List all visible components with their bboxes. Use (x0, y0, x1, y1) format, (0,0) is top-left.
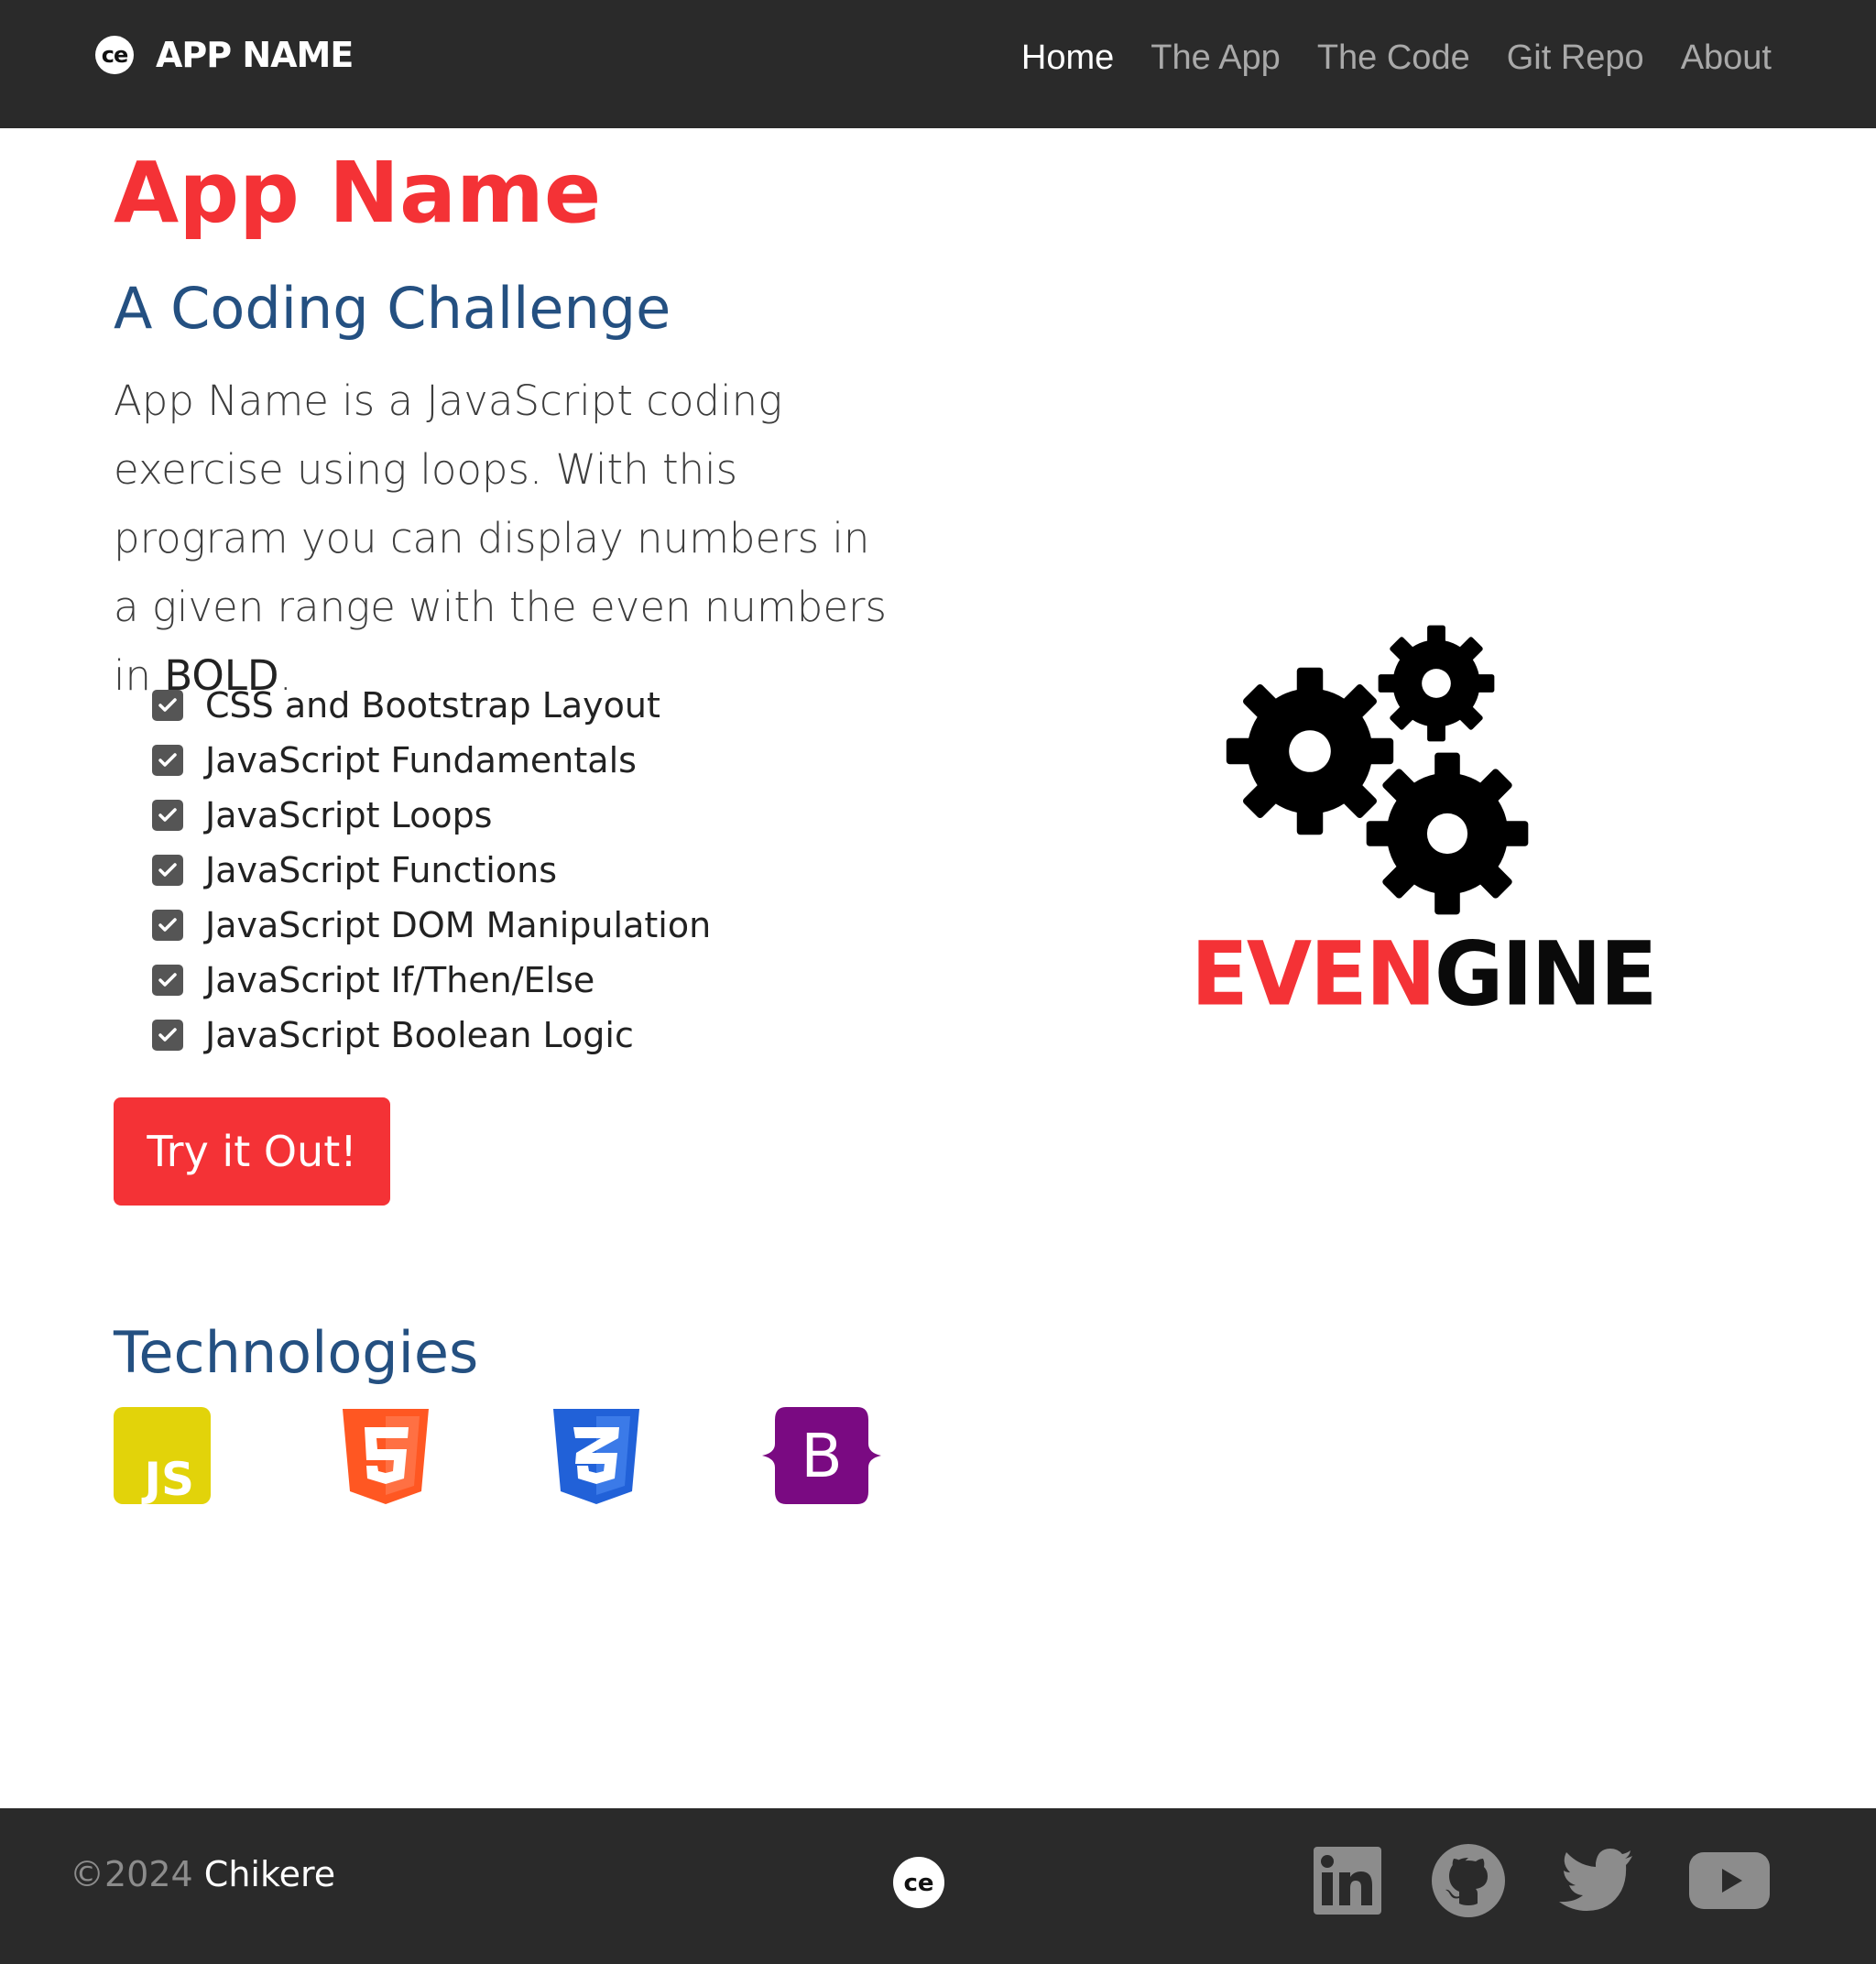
nav-the-app[interactable]: The App (1151, 38, 1281, 78)
copyright: ©2024 Chikere (70, 1854, 335, 1894)
main-nav: Home The App The Code Git Repo About (985, 38, 1772, 78)
linkedin-icon[interactable] (1314, 1847, 1381, 1915)
js-label: JS (141, 1453, 194, 1504)
bootstrap-label: B (801, 1421, 842, 1491)
feature-item: JavaScript Loops (152, 788, 711, 843)
youtube-icon[interactable] (1689, 1852, 1770, 1909)
checkbox-checked-icon (152, 965, 183, 996)
feature-list: CSS and Bootstrap Layout JavaScript Fund… (152, 678, 711, 1063)
feature-item: JavaScript If/Then/Else (152, 953, 711, 1008)
feature-item: JavaScript DOM Manipulation (152, 898, 711, 953)
checkbox-checked-icon (152, 1020, 183, 1051)
feature-label: JavaScript Fundamentals (205, 740, 637, 780)
brand-logo-icon: ce (95, 36, 134, 74)
brand-logo-text: ce (101, 42, 128, 68)
brand-name: APP NAME (156, 35, 354, 75)
feature-label: JavaScript If/Then/Else (205, 960, 595, 1000)
wordmark-red: EVEN (1191, 922, 1436, 1026)
checkbox-checked-icon (152, 800, 183, 831)
javascript-icon: JS (114, 1407, 211, 1504)
css3-icon (553, 1409, 639, 1504)
feature-item: JavaScript Fundamentals (152, 733, 711, 788)
top-navbar: ce APP NAME Home The App The Code Git Re… (0, 0, 1876, 128)
page-subtitle: A Coding Challenge (114, 275, 671, 342)
nav-home[interactable]: Home (1021, 38, 1114, 78)
checkbox-checked-icon (152, 690, 183, 721)
feature-item: JavaScript Boolean Logic (152, 1008, 711, 1063)
checkbox-checked-icon (152, 855, 183, 886)
navbar-brand[interactable]: ce APP NAME (95, 35, 354, 75)
feature-label: JavaScript Boolean Logic (205, 1015, 634, 1055)
wordmark-black: GINE (1434, 922, 1658, 1026)
checkbox-checked-icon (152, 745, 183, 776)
intro-paragraph: App Name is a JavaScript coding exercise… (114, 366, 892, 710)
evengine-wordmark: EVENGINE (1191, 922, 1658, 1026)
copyright-prefix: ©2024 (70, 1854, 204, 1894)
copyright-name: Chikere (203, 1854, 336, 1894)
technologies-heading: Technologies (114, 1319, 479, 1386)
nav-git-repo[interactable]: Git Repo (1507, 38, 1644, 78)
footer-logo-icon[interactable]: ce (892, 1856, 945, 1909)
feature-label: CSS and Bootstrap Layout (205, 685, 660, 726)
page-footer: ©2024 Chikere ce (0, 1808, 1876, 1964)
nav-the-code[interactable]: The Code (1317, 38, 1470, 78)
bootstrap-icon: B (762, 1407, 881, 1504)
footer-logo-text: ce (903, 1870, 933, 1897)
try-it-out-button[interactable]: Try it Out! (114, 1097, 390, 1206)
feature-item: CSS and Bootstrap Layout (152, 678, 711, 733)
html5-icon (343, 1409, 429, 1504)
page-title: App Name (114, 144, 602, 242)
feature-label: JavaScript Functions (205, 850, 557, 890)
feature-label: JavaScript DOM Manipulation (205, 905, 712, 945)
github-icon[interactable] (1431, 1843, 1506, 1918)
feature-label: JavaScript Loops (205, 795, 493, 835)
checkbox-checked-icon (152, 910, 183, 941)
twitter-icon[interactable] (1557, 1847, 1634, 1913)
nav-about[interactable]: About (1681, 38, 1772, 78)
feature-item: JavaScript Functions (152, 843, 711, 898)
